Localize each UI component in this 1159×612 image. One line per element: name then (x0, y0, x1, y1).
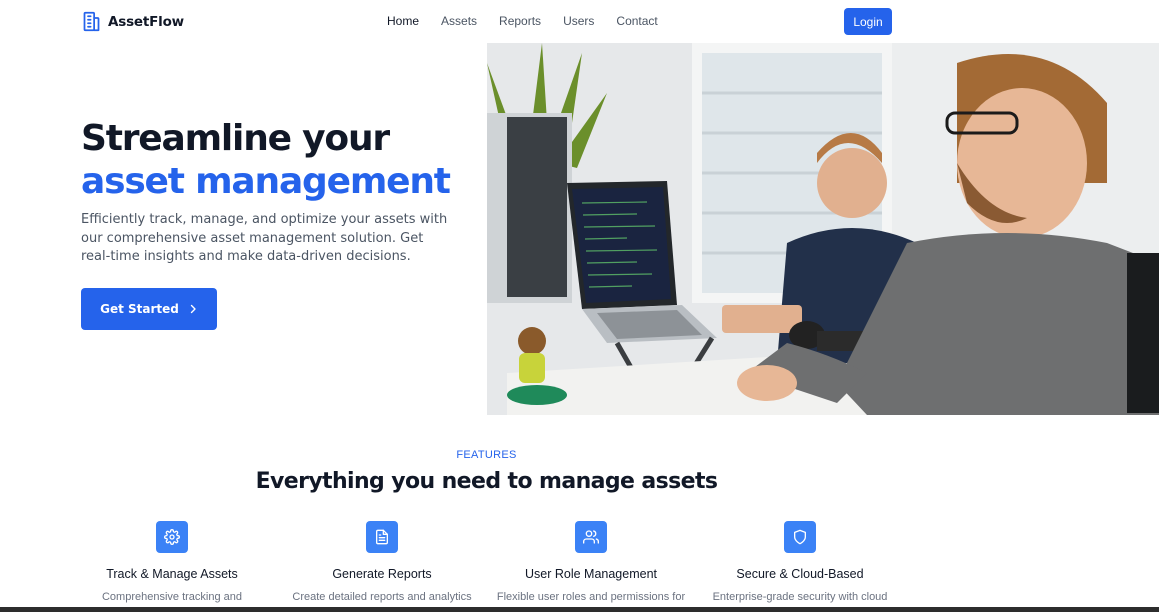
hero-image (487, 43, 1159, 415)
feature-title: Secure & Cloud-Based (736, 567, 864, 581)
features-eyebrow: FEATURES (456, 449, 517, 461)
nav-link-assets[interactable]: Assets (441, 14, 477, 28)
nav-link-contact[interactable]: Contact (616, 14, 657, 28)
nav-link-users[interactable]: Users (563, 14, 594, 28)
document-icon (366, 521, 398, 553)
building-icon (83, 11, 100, 32)
feature-description: Create detailed reports and analytics (292, 591, 472, 603)
get-started-button[interactable]: Get Started (81, 288, 217, 330)
feature-card-reports: Generate Reports Create detailed reports… (277, 521, 487, 603)
feature-description: Flexible user roles and permissions for (496, 591, 686, 603)
nav-link-reports[interactable]: Reports (499, 14, 541, 28)
feature-title: Track & Manage Assets (106, 567, 238, 581)
brand-logo[interactable]: AssetFlow (81, 11, 184, 32)
login-button[interactable]: Login (844, 8, 892, 35)
feature-description: Enterprise-grade security with cloud (712, 591, 888, 603)
shield-icon (784, 521, 816, 553)
features-title: Everything you need to manage assets (255, 469, 718, 494)
feature-card-users: User Role Management Flexible user roles… (486, 521, 696, 603)
users-icon (575, 521, 607, 553)
hero-title-line1: Streamline your (81, 118, 390, 159)
main-nav: Home Assets Reports Users Contact (387, 14, 658, 28)
feature-card-secure: Secure & Cloud-Based Enterprise-grade se… (695, 521, 905, 603)
chevron-right-icon (190, 304, 196, 314)
hero-title-line2: asset management (81, 161, 451, 202)
bottom-edge (0, 607, 1159, 612)
feature-title: Generate Reports (332, 567, 432, 581)
top-navbar: AssetFlow Home Assets Reports Users Cont… (0, 0, 1159, 43)
get-started-label: Get Started (100, 302, 179, 316)
feature-card-track: Track & Manage Assets Comprehensive trac… (67, 521, 277, 603)
brand-name: AssetFlow (108, 13, 184, 30)
hero-description: Efficiently track, manage, and optimize … (81, 212, 448, 264)
hero-title: Streamline your asset management (81, 117, 451, 203)
gear-icon (156, 521, 188, 553)
nav-link-home[interactable]: Home (387, 14, 419, 28)
feature-title: User Role Management (524, 567, 657, 581)
feature-description: Comprehensive tracking and (101, 591, 243, 603)
